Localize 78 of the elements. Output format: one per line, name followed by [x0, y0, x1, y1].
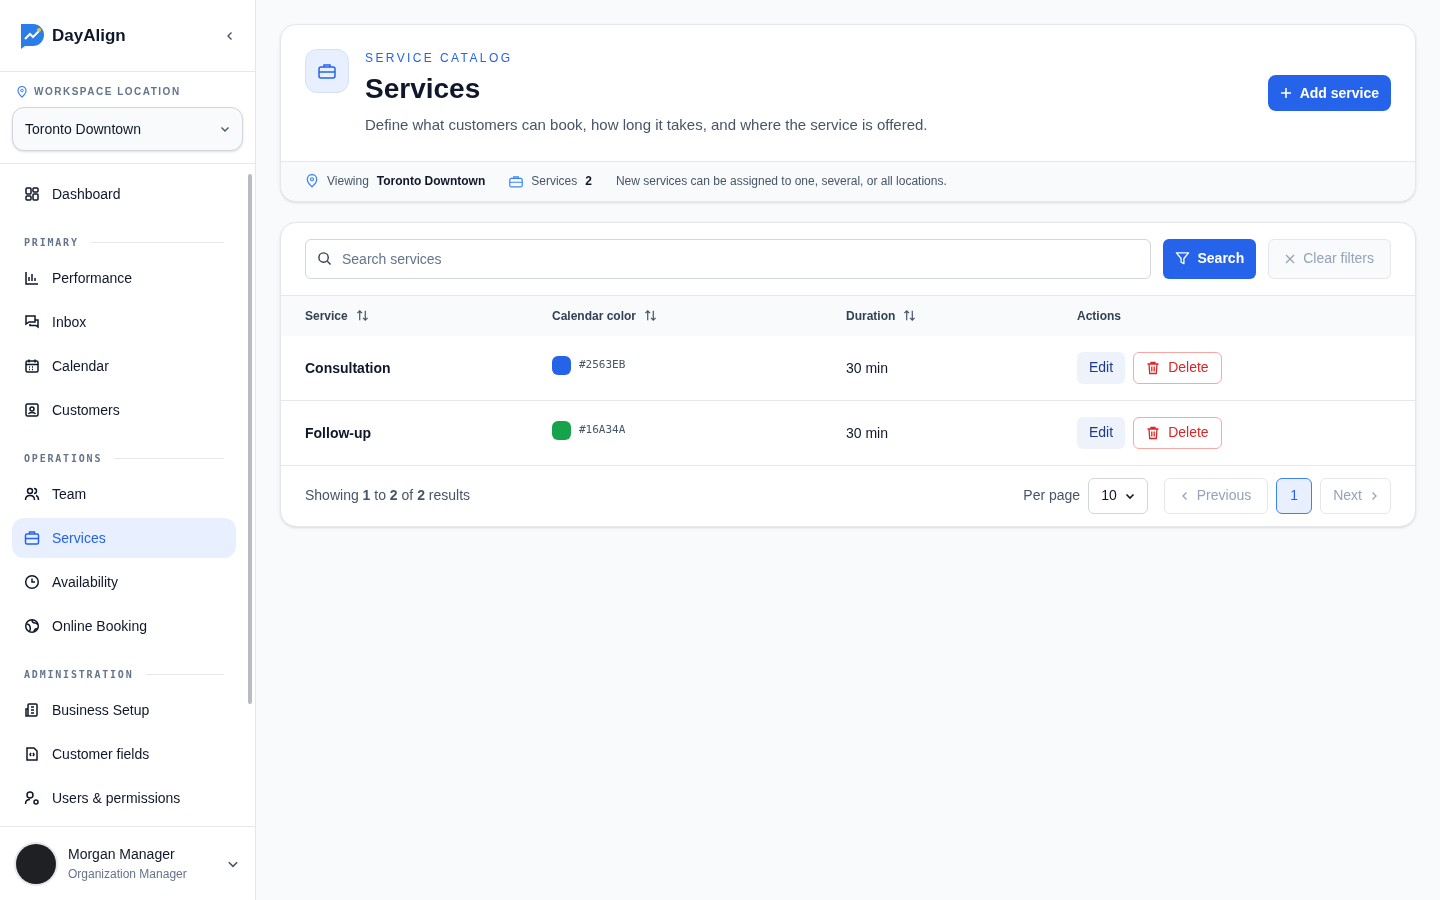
viewing-label: Viewing: [327, 173, 369, 190]
nav-item[interactable]: Dashboard: [12, 174, 236, 214]
nav-item[interactable]: Performance: [12, 258, 236, 298]
edit-button[interactable]: Edit: [1077, 351, 1126, 384]
search-icon: [317, 250, 332, 266]
contact-card-icon: [24, 402, 40, 418]
briefcase-icon: [509, 174, 524, 188]
nav-item[interactable]: Users & permissions: [12, 778, 236, 818]
file-code-icon: [24, 746, 40, 762]
dashboard-icon: [24, 186, 40, 202]
service-name: Follow-up: [305, 424, 372, 441]
nav-item[interactable]: Online Booking: [12, 606, 236, 646]
nav-item[interactable]: Services: [12, 518, 236, 558]
column-header[interactable]: Duration: [846, 306, 896, 325]
column-header[interactable]: Service: [305, 306, 348, 325]
page-title: Services: [365, 72, 482, 106]
chevron-down-icon: [220, 124, 230, 134]
globe-icon: [24, 618, 40, 634]
delete-button[interactable]: Delete: [1133, 351, 1222, 384]
location-select[interactable]: Toronto Downtown: [12, 107, 243, 151]
delete-button[interactable]: Delete: [1133, 416, 1222, 449]
logo-icon: [20, 22, 44, 49]
nav-item[interactable]: Availability: [12, 562, 236, 602]
section-label: OPERATIONS: [24, 451, 103, 466]
search-button[interactable]: Search: [1162, 238, 1257, 279]
column-header[interactable]: Calendar color: [552, 306, 637, 325]
close-icon: [1285, 253, 1296, 264]
user-role: Organization Manager: [68, 866, 188, 883]
nav-item[interactable]: Team: [12, 474, 236, 514]
trash-icon: [1146, 425, 1161, 440]
section-label: ADMINISTRATION: [24, 667, 134, 682]
scrollbar[interactable]: [248, 174, 252, 704]
plus-icon: [1279, 87, 1292, 99]
trash-icon: [1146, 360, 1161, 375]
pin-icon: [16, 85, 28, 98]
per-page-label: Per page: [1023, 486, 1081, 505]
search-field[interactable]: Search services: [305, 238, 1151, 279]
page-button[interactable]: 1: [1276, 477, 1313, 514]
column-header: Actions: [1077, 307, 1121, 325]
viewing-location: Toronto Downtown: [376, 173, 486, 190]
nav-item[interactable]: Calendar: [12, 346, 236, 386]
chevron-left-icon: [1180, 490, 1189, 501]
avatar: [16, 843, 56, 884]
edit-button[interactable]: Edit: [1077, 416, 1126, 449]
user-settings-icon: [24, 790, 40, 806]
clock-icon: [24, 574, 40, 590]
info-note: New services can be assigned to one, several, or all locations.: [615, 173, 947, 190]
per-page-select[interactable]: 10: [1088, 477, 1148, 514]
user-name: Morgan Manager: [68, 845, 176, 864]
workspace-label: WORKSPACE LOCATION: [34, 85, 181, 99]
eyebrow-label: SERVICE CATALOG: [365, 50, 514, 67]
color-code: #2563EB: [579, 357, 626, 374]
chevron-right-icon: [1370, 490, 1378, 501]
chat-icon: [24, 314, 40, 330]
briefcase-icon: [24, 530, 40, 546]
duration: 30 min: [846, 424, 889, 441]
nav-item[interactable]: Inbox: [12, 302, 236, 342]
calendar-icon: [24, 358, 40, 374]
building-icon: [24, 702, 40, 718]
services-label: Services: [531, 173, 578, 190]
nav-item[interactable]: Customers: [12, 390, 236, 430]
service-name: Consultation: [305, 359, 391, 376]
add-service-button[interactable]: Add service: [1267, 75, 1391, 111]
brand-name: DayAlign: [52, 24, 126, 47]
duration: 30 min: [846, 359, 889, 376]
nav-item[interactable]: Customer fields: [12, 734, 236, 774]
filter-icon: [1174, 251, 1190, 266]
bar-chart-icon: [24, 270, 40, 286]
color-code: #16A34A: [579, 422, 626, 439]
users-icon: [24, 486, 40, 502]
pin-icon: [305, 174, 319, 188]
services-count: 2: [585, 173, 592, 190]
section-label: PRIMARY: [24, 235, 79, 250]
results-summary: Showing 1 to 2 of 2 results: [305, 486, 471, 505]
collapse-icon[interactable]: [225, 30, 235, 41]
nav-item[interactable]: Business Setup: [12, 690, 236, 730]
briefcase-icon: [305, 49, 349, 93]
page-description: Define what customers can book, how long it takes, and where the service is offered.: [365, 115, 929, 135]
